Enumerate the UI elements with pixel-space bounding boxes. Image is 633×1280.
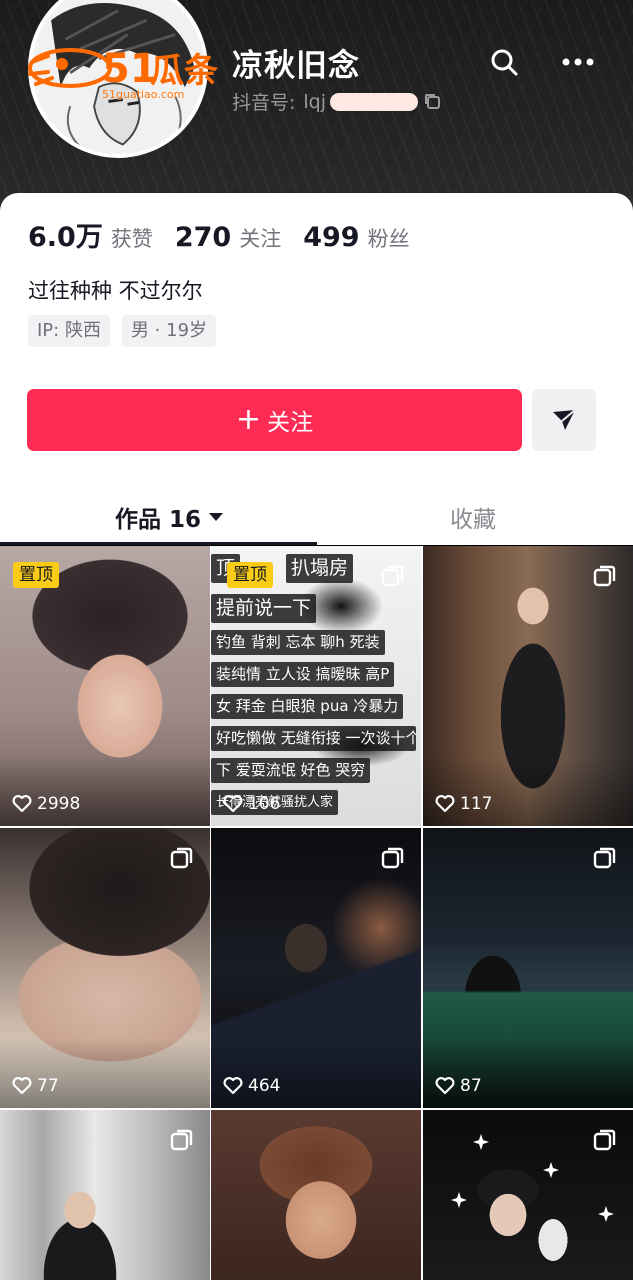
like-count-value: 2998 [37,794,81,814]
like-count: 117 [435,794,492,814]
svg-text:51guatiao.com: 51guatiao.com [102,88,184,101]
redaction-mark [330,92,419,111]
video-thumbnail[interactable]: 117 [423,546,633,826]
bio-text: 过往种种 不过尔尔 [28,279,203,303]
content-tabs: 作品 16 收藏 [0,489,633,545]
video-thumbnail[interactable]: 77 [0,828,210,1108]
like-count: 2998 [12,794,80,814]
active-tab-indicator [0,542,317,545]
stat-likes-label: 获赞 [110,227,153,251]
watermark-logo: 51 瓜条 51guatiao.com [22,34,242,106]
nickname: 凉秋旧念 [232,48,360,84]
ip-location-tag: IP: 陕西 [28,315,110,347]
heart-icon [12,795,32,813]
overlay-line: 扒塌房 [286,554,354,583]
share-button[interactable] [532,389,596,451]
overlay-line: 好吃懒做 无缝衔接 一次谈十个 [211,726,416,751]
overlay-line: 女 拜金 白眼狼 pua 冷暴力 [211,694,404,719]
search-button[interactable] [484,42,524,82]
stat-followers-label: 粉丝 [367,227,410,251]
heart-icon [223,795,243,813]
plus-icon: + [235,402,262,437]
more-button[interactable] [558,42,598,82]
video-thumbnail[interactable]: 顶扒塌房 提前说一下 钓鱼 背刺 忘本 聊h 死装 装纯情 立人设 搞暧昧 高P… [211,546,421,826]
svg-text:瓜条: 瓜条 [150,51,218,91]
stat-likes[interactable]: 6.0万 获赞 [28,215,153,254]
overlay-line: 提前说一下 [211,594,317,623]
profile-tags: IP: 陕西 男 · 19岁 [28,315,228,347]
stat-likes-value: 6.0万 [28,222,103,253]
search-icon [491,49,518,76]
douyin-id[interactable]: 抖音号: lqj [232,88,444,115]
tab-works[interactable]: 作品 16 [115,489,224,545]
heart-icon [12,1077,32,1095]
send-icon [553,409,576,430]
video-thumbnail[interactable]: 87 [423,828,633,1108]
heart-icon [435,795,455,813]
caret-down-icon [209,513,224,521]
video-grid: 置顶 2998 顶扒塌房 提前说一下 钓鱼 背刺 忘本 聊h 死装 装纯情 立人… [0,546,633,1280]
like-count-value: 464 [248,1076,281,1096]
follow-button-label: 关注 [267,410,314,436]
like-count: 106 [223,794,280,814]
overlay-line: 装纯情 立人设 搞暧昧 高P [211,662,395,687]
like-count: 77 [12,1076,59,1096]
pinned-badge: 置顶 [227,562,273,588]
video-thumbnail[interactable]: 464 [211,828,421,1108]
video-thumbnail[interactable]: 置顶 2998 [0,546,210,826]
video-cover-image [211,1110,421,1280]
cover-shade [0,1038,210,1108]
multi-image-icon [381,847,404,869]
tab-favorites-label: 收藏 [450,507,496,533]
follow-button[interactable]: + 关注 [27,389,522,451]
overlay-line: 下 爱耍流氓 好色 哭穷 [211,758,371,783]
heart-icon [435,1077,455,1095]
pinned-badge: 置顶 [13,562,59,588]
stats-row: 6.0万 获赞 270 关注 499 粉丝 [28,215,432,254]
like-count: 87 [435,1076,482,1096]
heart-icon [223,1077,243,1095]
tab-favorites[interactable]: 收藏 [450,489,496,545]
stat-followers[interactable]: 499 粉丝 [303,222,409,253]
like-count-value: 87 [460,1076,482,1096]
multi-image-icon [593,565,616,587]
like-count: 464 [223,1076,280,1096]
cover-shade [423,756,633,826]
copy-icon[interactable] [422,91,444,113]
multi-image-icon [170,847,193,869]
video-thumbnail[interactable] [0,1110,210,1280]
stat-following-value: 270 [174,222,232,253]
cover-shade [423,1038,633,1108]
overlay-line: 钓鱼 背刺 忘本 聊h 死装 [211,630,385,655]
douyin-id-label: 抖音号: [232,92,296,114]
multi-image-icon [593,847,616,869]
video-thumbnail[interactable] [211,1110,421,1280]
video-thumbnail[interactable] [423,1110,633,1280]
douyin-id-value: lqj [303,90,327,113]
cover-shade [0,756,210,826]
stat-following[interactable]: 270 关注 [175,222,281,253]
cover-text-overlay: 顶扒塌房 提前说一下 钓鱼 背刺 忘本 聊h 死装 装纯情 立人设 搞暧昧 高P… [211,554,421,822]
multi-image-icon [170,1129,193,1151]
like-count-value: 106 [248,794,281,814]
tab-works-label: 作品 16 [115,507,202,533]
multi-image-icon [381,565,404,587]
cover-shade [211,1038,421,1108]
like-count-value: 117 [460,794,493,814]
like-count-value: 77 [37,1076,59,1096]
stat-following-label: 关注 [239,227,282,251]
profile-header: 51 瓜条 51guatiao.com 凉秋旧念 抖音号: lqj [0,0,633,215]
profile-card: 6.0万 获赞 270 关注 499 粉丝 过往种种 不过尔尔 IP: 陕西 男… [0,193,633,545]
stat-followers-value: 499 [303,222,360,253]
gender-age-tag: 男 · 19岁 [121,315,217,347]
more-icon [562,58,594,66]
multi-image-icon [593,1129,616,1151]
